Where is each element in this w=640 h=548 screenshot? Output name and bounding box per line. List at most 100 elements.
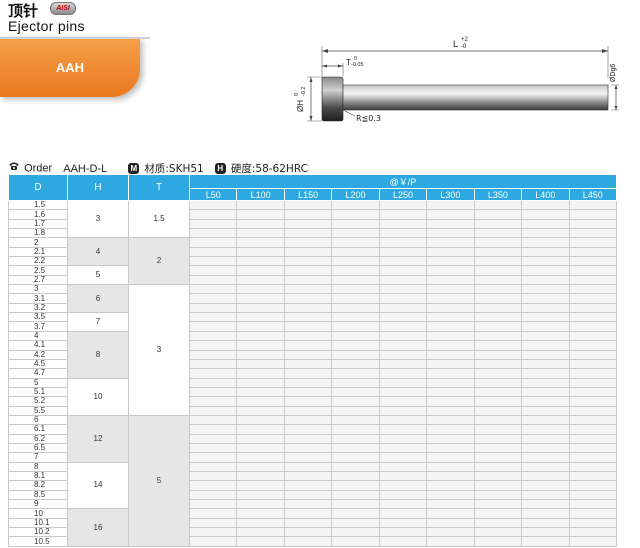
price-cell xyxy=(236,405,285,416)
price-cell xyxy=(426,274,475,286)
price-cell xyxy=(283,405,333,416)
price-cell xyxy=(521,256,570,267)
table-row: 5 10 xyxy=(8,377,617,416)
price-cell xyxy=(378,386,428,398)
price-cell xyxy=(236,377,285,388)
price-cell xyxy=(473,199,523,211)
price-cell xyxy=(568,527,617,538)
column-header-d: D xyxy=(8,174,68,201)
price-cell xyxy=(473,265,523,276)
svg-text:-0.05: -0.05 xyxy=(351,62,364,68)
length-header: L350 xyxy=(473,188,523,201)
price-cell xyxy=(188,414,238,426)
d-value: 4.7 xyxy=(8,368,68,379)
d-value: 5 xyxy=(8,377,68,388)
price-cell xyxy=(426,312,475,323)
price-cell xyxy=(236,414,285,426)
price-cell xyxy=(568,396,617,407)
price-cell xyxy=(568,265,617,276)
d-value: 4.2 xyxy=(8,349,68,360)
d-value: 8.5 xyxy=(8,489,68,501)
price-cell xyxy=(568,209,617,220)
price-cell xyxy=(521,228,570,239)
price-cell xyxy=(378,256,428,267)
price-cell xyxy=(378,340,428,351)
price-cell xyxy=(378,452,428,463)
price-cell xyxy=(521,424,570,435)
price-cell xyxy=(568,452,617,463)
price-cell xyxy=(521,274,570,286)
order-code: AAH-D-L xyxy=(63,162,108,175)
table-row: 1.5 3 1.5 xyxy=(8,199,617,239)
price-cell xyxy=(283,536,333,547)
price-cell xyxy=(378,218,428,230)
price-cell xyxy=(426,368,475,379)
order-label: Order xyxy=(24,162,53,175)
price-cell xyxy=(283,424,333,435)
price-cell xyxy=(378,517,428,529)
price-cell xyxy=(188,209,238,220)
head-diameter-label: ØH xyxy=(296,100,305,112)
price-cell xyxy=(426,433,475,444)
price-cell xyxy=(426,527,475,538)
price-cell xyxy=(378,199,428,211)
price-cell xyxy=(521,433,570,444)
price-cell xyxy=(521,293,570,304)
price-cell xyxy=(426,480,475,491)
price-cell xyxy=(236,284,285,295)
price-cell xyxy=(331,527,380,538)
price-cell xyxy=(188,358,238,370)
price-cell xyxy=(236,480,285,491)
price-cell xyxy=(426,284,475,295)
hardness-badge: H xyxy=(214,163,226,174)
price-cell xyxy=(331,368,380,379)
price-cell xyxy=(473,386,523,398)
price-cell xyxy=(188,246,238,258)
length-header: L200 xyxy=(331,188,380,201)
price-cell xyxy=(378,424,428,435)
price-cell xyxy=(331,470,380,482)
d-value: 5.1 xyxy=(8,386,68,398)
price-cell xyxy=(426,442,475,454)
price-cell xyxy=(568,470,617,482)
price-cell xyxy=(426,246,475,258)
price-cell xyxy=(331,349,380,360)
price-cell xyxy=(521,498,570,510)
price-cell xyxy=(236,386,285,398)
d-value: 8 xyxy=(8,461,68,472)
price-cell xyxy=(426,256,475,267)
price-cell xyxy=(473,442,523,454)
price-cell xyxy=(473,498,523,510)
price-cell xyxy=(236,246,285,258)
price-cell xyxy=(331,508,380,519)
price-cell xyxy=(426,330,475,342)
h-value: 7 xyxy=(67,312,129,332)
d-value: 6.2 xyxy=(8,433,68,444)
d-value: 2.7 xyxy=(8,274,68,286)
price-cell xyxy=(188,405,238,416)
price-cell xyxy=(473,358,523,370)
price-cell xyxy=(473,536,523,547)
price-cell xyxy=(521,246,570,258)
price-cell xyxy=(426,452,475,463)
price-cell xyxy=(331,461,380,472)
price-cell xyxy=(236,293,285,304)
price-cell xyxy=(188,489,238,501)
product-title-english: Ejector pins xyxy=(8,18,85,34)
price-cell xyxy=(331,312,380,323)
column-header-t: T xyxy=(128,174,190,201)
length-header: L150 xyxy=(283,188,333,201)
price-cell xyxy=(521,461,570,472)
price-cell xyxy=(378,330,428,342)
price-cell xyxy=(188,256,238,267)
price-cell xyxy=(521,452,570,463)
price-cell xyxy=(568,302,617,314)
price-cell xyxy=(473,228,523,239)
price-cell xyxy=(521,340,570,351)
product-code: AAH xyxy=(55,60,85,75)
price-cell xyxy=(188,302,238,314)
price-cell xyxy=(236,470,285,482)
price-cell xyxy=(426,396,475,407)
price-cell xyxy=(188,442,238,454)
price-cell xyxy=(473,246,523,258)
